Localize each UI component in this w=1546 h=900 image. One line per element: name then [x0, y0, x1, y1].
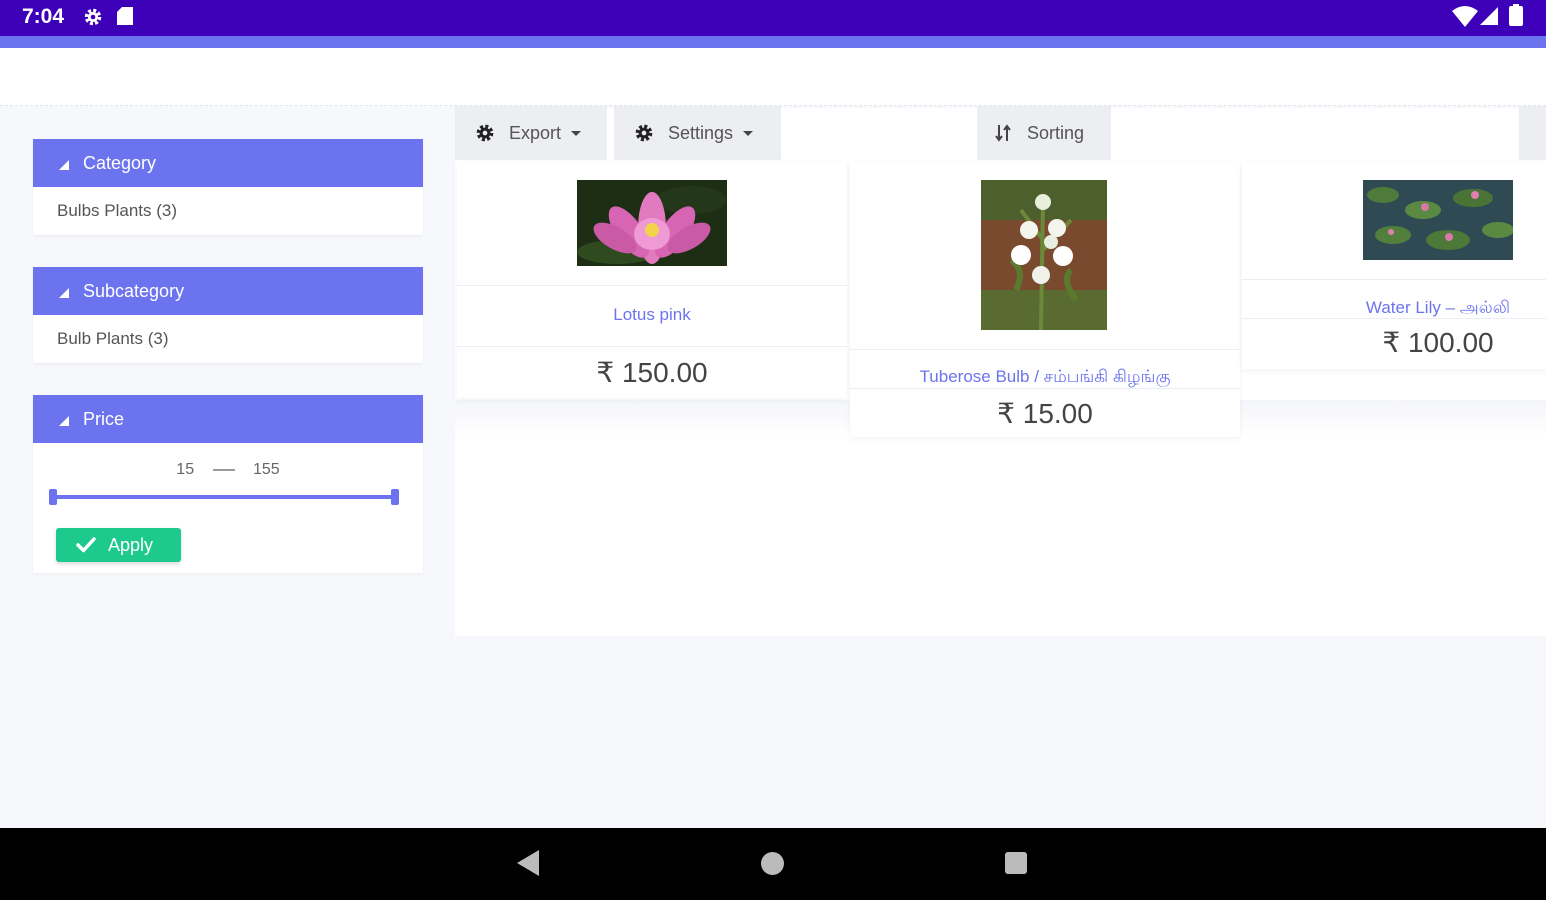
- apply-button[interactable]: Apply: [56, 528, 181, 562]
- caret-down-icon: [571, 130, 582, 136]
- card-divider: [1242, 318, 1546, 319]
- accent-strip: [0, 36, 1546, 48]
- settings-label: Settings: [668, 122, 734, 143]
- home-icon[interactable]: [761, 852, 784, 875]
- toolbar-overflow-button[interactable]: [1519, 106, 1546, 160]
- subcategory-filter-panel: Subcategory Bulb Plants (3): [33, 267, 423, 363]
- system-nav-bar: [0, 828, 1546, 900]
- sorting-label: Sorting: [1027, 122, 1085, 143]
- export-label: Export: [509, 122, 562, 143]
- sorting-button[interactable]: Sorting: [977, 106, 1111, 160]
- product-image-tuberose[interactable]: [981, 180, 1107, 330]
- price-filter-panel: Price 15 155 Apply: [33, 395, 423, 573]
- product-image-water-lily[interactable]: [1363, 180, 1513, 260]
- card-divider: [457, 346, 847, 347]
- price-slider-max-handle[interactable]: [391, 489, 399, 505]
- product-name[interactable]: Tuberose Bulb / சம்பங்கி கிழங்கு: [850, 367, 1240, 389]
- status-time: 7:04: [22, 5, 65, 28]
- caret-down-icon: [743, 130, 754, 136]
- range-dash: [212, 468, 235, 471]
- gear-icon: [84, 8, 102, 26]
- price-min-value: 15: [176, 461, 195, 478]
- product-price: ₹ 15.00: [997, 398, 1093, 429]
- subcategory-filter-title: Subcategory: [83, 280, 185, 301]
- card-divider: [1242, 279, 1546, 280]
- collapse-triangle-icon: [59, 160, 69, 170]
- product-price: ₹ 100.00: [1382, 327, 1494, 358]
- category-filter-header[interactable]: Category: [33, 139, 423, 187]
- collapse-triangle-icon: [59, 288, 69, 298]
- sd-card-icon: [117, 7, 133, 25]
- subcategory-filter-header[interactable]: Subcategory: [33, 267, 423, 315]
- checkmark-icon: [76, 537, 96, 553]
- export-button[interactable]: Export: [455, 106, 607, 160]
- card-divider: [457, 285, 847, 286]
- gear-icon: [635, 124, 653, 142]
- settings-button[interactable]: Settings: [614, 106, 781, 160]
- product-name[interactable]: Lotus pink: [457, 305, 847, 325]
- category-filter-item[interactable]: Bulbs Plants (3): [33, 187, 423, 235]
- product-card[interactable]: Lotus pink ₹ 150.00: [457, 162, 847, 398]
- wifi-icon: [1452, 6, 1478, 27]
- product-price: ₹ 150.00: [596, 357, 708, 388]
- apply-label: Apply: [108, 534, 154, 555]
- price-range-readout: 15 155: [33, 461, 423, 479]
- sort-icon: [995, 124, 1011, 142]
- price-slider-min-handle[interactable]: [49, 489, 57, 505]
- collapse-triangle-icon: [59, 416, 69, 426]
- category-filter-panel: Category Bulbs Plants (3): [33, 139, 423, 235]
- back-icon[interactable]: [517, 850, 539, 876]
- signal-icon: [1480, 7, 1498, 25]
- price-filter-header[interactable]: Price: [33, 395, 423, 443]
- battery-icon: [1509, 4, 1523, 26]
- app-bar: [0, 48, 1546, 106]
- gear-icon: [476, 124, 494, 142]
- price-filter-title: Price: [83, 408, 125, 429]
- card-divider: [850, 349, 1240, 350]
- product-image-lotus[interactable]: [577, 180, 727, 266]
- subcategory-filter-item[interactable]: Bulb Plants (3): [33, 315, 423, 363]
- card-divider: [850, 388, 1240, 389]
- category-filter-title: Category: [83, 152, 157, 173]
- price-max-value: 155: [253, 461, 280, 478]
- product-card[interactable]: Water Lily – அல்லி ₹ 100.00: [1242, 162, 1546, 369]
- product-card[interactable]: Tuberose Bulb / சம்பங்கி கிழங்கு ₹ 15.00: [850, 162, 1240, 437]
- status-bar: 7:04: [0, 0, 1546, 36]
- product-name[interactable]: Water Lily – அல்லி: [1242, 298, 1546, 320]
- recent-apps-icon[interactable]: [1005, 852, 1027, 874]
- price-slider-track[interactable]: [53, 495, 395, 499]
